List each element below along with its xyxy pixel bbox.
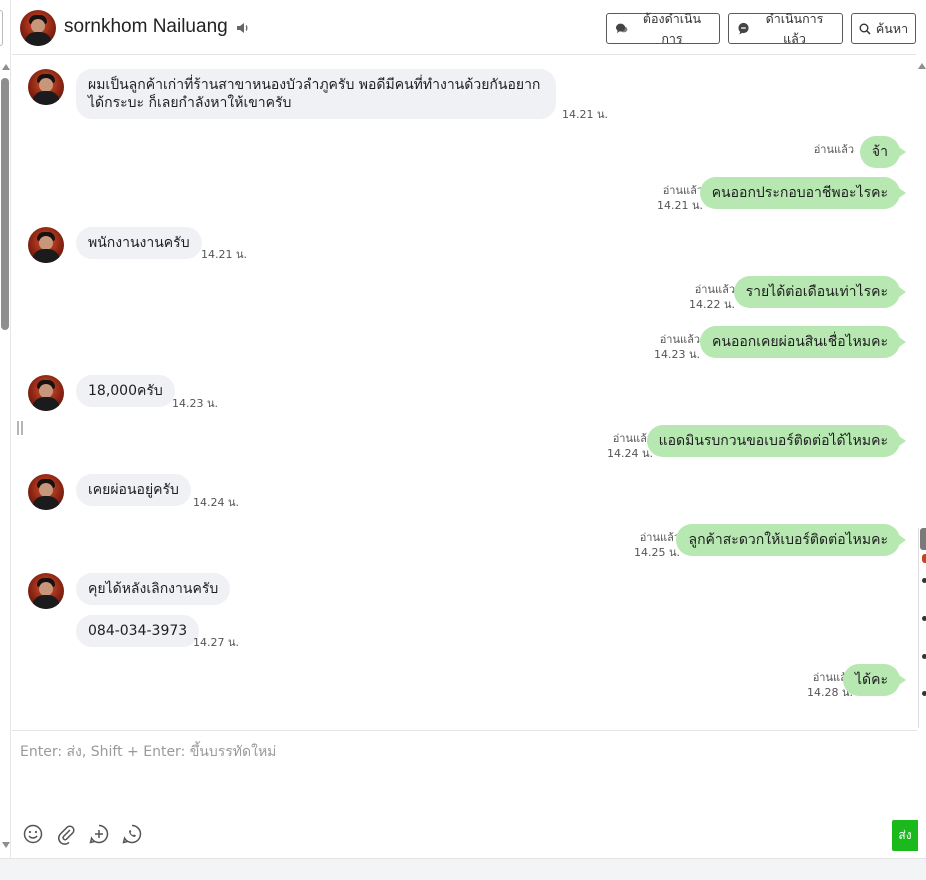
outgoing-message[interactable]: จ้า [859, 136, 907, 168]
incoming-message[interactable]: 18,000ครับ [76, 375, 175, 407]
list-dot [922, 654, 926, 659]
left-panel-edge [0, 0, 11, 860]
sender-avatar[interactable] [28, 474, 64, 510]
incoming-message[interactable]: เคยผ่อนอยู่ครับ [76, 474, 191, 506]
sender-avatar[interactable] [28, 227, 64, 263]
contact-name[interactable]: sornkhom Nailuang [64, 16, 228, 38]
message-time: 14.21 น. [201, 248, 248, 261]
message-time: 14.22 น. [688, 298, 735, 311]
sender-avatar[interactable] [28, 573, 64, 609]
message-time: 14.23 น. [172, 397, 219, 410]
emoji-icon[interactable] [22, 823, 44, 845]
chat-header: sornkhom Nailuang ต้องดำเนินการ ดำเนินกา… [12, 0, 916, 55]
right-scrollbar[interactable] [917, 55, 926, 860]
list-dot [922, 691, 926, 696]
read-status: อ่านแล้ว [813, 143, 854, 156]
incoming-message[interactable]: 084-034-3973 [76, 615, 200, 647]
read-status: อ่านแล้ว [694, 283, 735, 296]
search-icon [859, 23, 871, 35]
outgoing-message[interactable]: คนออกเคยผ่อนสินเชื่อไหมคะ [700, 326, 906, 358]
read-status: อ่านแล้ว [662, 184, 703, 197]
side-panel-tab[interactable] [920, 528, 926, 550]
incoming-message[interactable]: ผมเป็นลูกค้าเก่าที่ร้านสาขาหนองบัวลำภูคร… [76, 69, 556, 119]
search-button[interactable]: ค้นหา [851, 13, 916, 44]
right-side-panel-edge[interactable] [918, 528, 926, 728]
left-scrollbar-thumb[interactable] [1, 78, 9, 330]
message-time: 14.25 น. [633, 546, 680, 559]
scroll-down-arrow[interactable] [2, 842, 10, 848]
message-time: 14.24 น. [193, 496, 240, 509]
incoming-message[interactable]: คุยได้หลังเลิกงานครับ [76, 573, 231, 605]
incoming-message[interactable]: พนักงานงานครับ [76, 227, 202, 259]
done-button-label: ดำเนินการแล้ว [765, 10, 824, 46]
speech-bubble-icon [615, 23, 628, 34]
message-time: 14.24 น. [606, 447, 653, 460]
todo-button[interactable]: ต้องดำเนินการ [606, 11, 720, 46]
search-button-label: ค้นหา [875, 20, 909, 36]
list-dot [922, 578, 926, 583]
outgoing-message[interactable]: แอดมินรบกวนขอเบอร์ติดต่อได้ไหมคะ [646, 425, 907, 457]
message-time: 14.27 น. [193, 636, 240, 649]
message-composer: ส่ง [12, 730, 918, 858]
contact-avatar[interactable] [20, 10, 56, 46]
message-time: 14.21 น. [656, 199, 703, 212]
message-list[interactable]: ผมเป็นลูกค้าเก่าที่ร้านสาขาหนองบัวลำภูคร… [12, 56, 916, 730]
outgoing-message[interactable]: รายได้ต่อเดือนเท่าไรคะ [733, 276, 907, 308]
speaker-icon[interactable] [235, 20, 251, 36]
mini-avatar [922, 554, 926, 563]
send-button[interactable]: ส่ง [892, 820, 918, 851]
message-time: 14.23 น. [653, 348, 700, 361]
read-status: อ่านแล้ว [659, 333, 700, 346]
phone-bubble-icon[interactable] [121, 823, 143, 845]
scroll-up-arrow[interactable] [2, 64, 10, 70]
read-status: อ่านแล้ว [639, 531, 680, 544]
message-time: 14.21 น. [562, 108, 609, 121]
chat-bubble-icon [738, 22, 749, 35]
outgoing-message[interactable]: ลูกค้าสะดวกให้เบอร์ติดต่อไหมคะ [676, 524, 906, 556]
sender-avatar[interactable] [28, 375, 64, 411]
outgoing-message[interactable]: ได้คะ [842, 664, 907, 696]
message-input[interactable] [20, 741, 900, 811]
paperclip-icon[interactable] [55, 823, 77, 845]
left-panel-tab[interactable] [0, 10, 3, 46]
add-circle-icon[interactable] [88, 823, 110, 845]
todo-button-label: ต้องดำเนินการ [642, 10, 702, 46]
scroll-up-arrow[interactable] [918, 63, 926, 69]
done-button[interactable]: ดำเนินการแล้ว [728, 11, 843, 46]
outgoing-message[interactable]: คนออกประกอบอาชีพอะไรคะ [699, 177, 907, 209]
list-dot [922, 616, 926, 621]
footer-bar [0, 858, 926, 880]
sender-avatar[interactable] [28, 69, 64, 105]
